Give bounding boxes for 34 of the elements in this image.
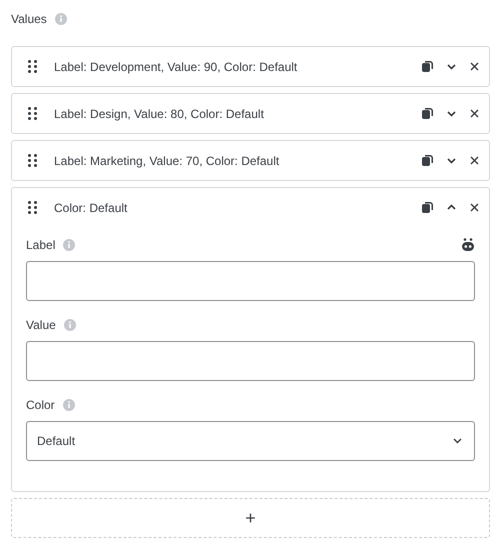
field-label: Value bbox=[26, 318, 56, 332]
field-label: Color bbox=[26, 398, 55, 412]
add-button[interactable]: + bbox=[11, 498, 490, 538]
drag-handle-icon[interactable] bbox=[28, 201, 37, 214]
duplicate-icon[interactable] bbox=[422, 202, 433, 213]
item-title[interactable]: Color: Default bbox=[54, 200, 422, 214]
drag-handle-icon[interactable] bbox=[28, 60, 37, 73]
close-icon[interactable] bbox=[470, 62, 479, 71]
caret-icon[interactable] bbox=[453, 438, 462, 444]
close-icon[interactable] bbox=[470, 156, 479, 165]
close-icon[interactable] bbox=[470, 203, 479, 212]
section-title: Values bbox=[11, 12, 47, 26]
input-field[interactable] bbox=[26, 341, 475, 381]
info-icon bbox=[62, 399, 75, 411]
info-icon bbox=[63, 239, 76, 251]
drag-handle-icon[interactable] bbox=[28, 107, 37, 120]
expand-icon[interactable] bbox=[447, 156, 456, 165]
duplicate-icon[interactable] bbox=[422, 155, 433, 166]
expand-icon[interactable] bbox=[447, 109, 456, 118]
close-icon[interactable] bbox=[470, 109, 479, 118]
duplicate-icon[interactable] bbox=[422, 108, 433, 119]
collapse-icon[interactable] bbox=[447, 203, 456, 212]
input-field[interactable] bbox=[26, 261, 475, 301]
duplicate-icon[interactable] bbox=[422, 61, 433, 72]
drag-handle-icon[interactable] bbox=[28, 154, 37, 167]
robot-icon[interactable] bbox=[461, 238, 475, 252]
item-title[interactable]: Label: Development, Value: 90, Color: Default bbox=[54, 60, 422, 74]
info-icon bbox=[54, 13, 67, 25]
item-title[interactable]: Label: Marketing, Value: 70, Color: Default bbox=[54, 154, 422, 168]
select-field[interactable]: Default bbox=[26, 421, 475, 461]
item-title[interactable]: Label: Design, Value: 80, Color: Default bbox=[54, 106, 422, 120]
info-icon bbox=[64, 319, 76, 331]
expand-icon[interactable] bbox=[447, 62, 456, 71]
field-label: Label bbox=[26, 238, 56, 252]
